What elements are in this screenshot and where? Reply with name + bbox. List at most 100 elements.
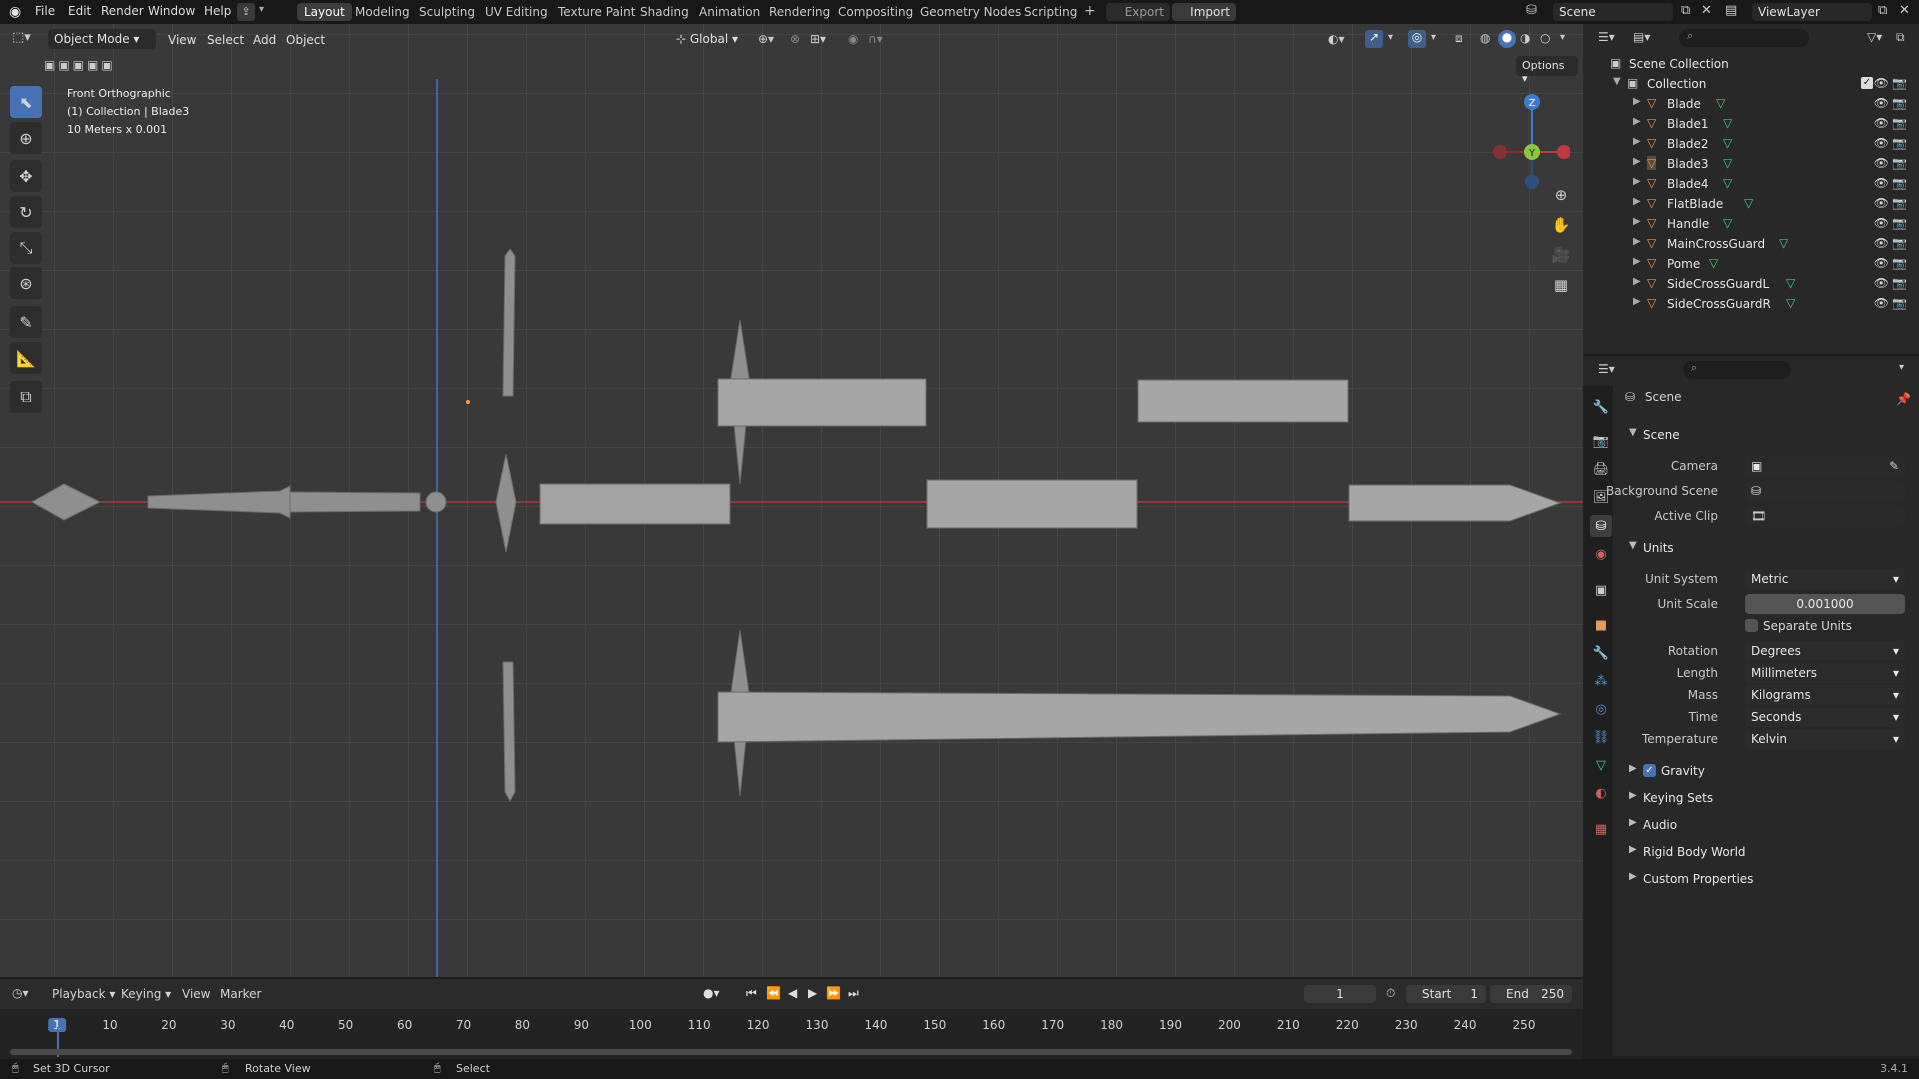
eye-icon[interactable]: 👁 bbox=[1874, 296, 1889, 310]
expand-icon[interactable]: ▶ bbox=[1633, 196, 1641, 207]
add-workspace-icon[interactable]: + bbox=[1084, 3, 1096, 19]
jump-end-icon[interactable]: ⏭ bbox=[848, 986, 859, 1001]
expand-icon[interactable]: ▶ bbox=[1633, 296, 1641, 307]
outliner-scene-collection[interactable]: ▣ Scene Collection bbox=[1583, 54, 1919, 74]
tab-animation[interactable]: Animation bbox=[692, 3, 767, 21]
scene-type-icon[interactable]: ⛁ bbox=[1526, 3, 1537, 18]
mass-dropdown[interactable]: Kilograms ▾ bbox=[1745, 685, 1905, 705]
outliner-item-blade4[interactable]: ▶ ▽ Blade4 ▽ 👁 📷 bbox=[1583, 174, 1919, 194]
active-clip-field[interactable]: 🎞 bbox=[1745, 506, 1905, 526]
tab-texture-paint[interactable]: Texture Paint bbox=[551, 3, 642, 21]
pin-icon[interactable]: 📌 bbox=[1896, 392, 1911, 406]
temperature-dropdown[interactable]: Kelvin ▾ bbox=[1745, 729, 1905, 749]
camera-field[interactable]: ▣ ✎ bbox=[1745, 456, 1905, 476]
viewlayer-selector[interactable]: ViewLayer bbox=[1752, 3, 1872, 21]
eye-icon[interactable]: 👁 bbox=[1874, 156, 1889, 170]
gravity-section-header[interactable]: ▶ ✓ Gravity bbox=[1625, 759, 1911, 783]
mesh-data-icon[interactable]: ▽ bbox=[1786, 276, 1795, 290]
outliner-item-handle[interactable]: ▶ ▽ Handle ▽ 👁 📷 bbox=[1583, 214, 1919, 234]
outliner-item-sidecrossguardr[interactable]: ▶ ▽ SideCrossGuardR ▽ 👁 📷 bbox=[1583, 294, 1919, 314]
mesh-data-icon[interactable]: ▽ bbox=[1723, 176, 1732, 190]
render-camera-icon[interactable]: 📷 bbox=[1892, 216, 1907, 230]
collapse-icon[interactable]: ▼ bbox=[1613, 76, 1621, 87]
close-scene-icon[interactable]: ✕ bbox=[1701, 3, 1712, 18]
render-camera-icon[interactable]: 📷 bbox=[1892, 196, 1907, 210]
props-editor-type-icon[interactable]: ☰▾ bbox=[1598, 362, 1615, 376]
menu-marker[interactable]: Marker bbox=[220, 987, 261, 1001]
scene-selector[interactable]: Scene bbox=[1553, 3, 1673, 21]
time-dropdown[interactable]: Seconds ▾ bbox=[1745, 707, 1905, 727]
mesh-data-icon[interactable]: ▽ bbox=[1723, 136, 1732, 150]
eye-icon[interactable]: 👁 bbox=[1874, 236, 1889, 250]
unit-system-dropdown[interactable]: Metric ▾ bbox=[1745, 569, 1905, 589]
menu-window[interactable]: Window bbox=[148, 4, 195, 18]
length-dropdown[interactable]: Millimeters ▾ bbox=[1745, 663, 1905, 683]
outliner-search-input[interactable]: ⌕ bbox=[1679, 29, 1809, 47]
prev-keyframe-icon[interactable]: ⏪ bbox=[766, 986, 781, 1000]
outliner-collection[interactable]: ▼ ▣ Collection ✓ 👁 📷 bbox=[1583, 74, 1919, 94]
render-camera-icon[interactable]: 📷 bbox=[1892, 296, 1907, 310]
expand-icon[interactable]: ▶ bbox=[1633, 276, 1641, 287]
expand-icon[interactable]: ▶ bbox=[1633, 256, 1641, 267]
close-viewlayer-icon[interactable]: ✕ bbox=[1899, 3, 1910, 18]
outliner-editor-type-icon[interactable]: ☰▾ bbox=[1598, 30, 1615, 44]
menu-keying[interactable]: Keying ▾ bbox=[121, 987, 171, 1001]
outliner-item-flatblade[interactable]: ▶ ▽ FlatBlade ▽ 👁 📷 bbox=[1583, 194, 1919, 214]
menu-render[interactable]: Render bbox=[101, 4, 144, 18]
rotation-dropdown[interactable]: Degrees ▾ bbox=[1745, 641, 1905, 661]
outliner-item-blade2[interactable]: ▶ ▽ Blade2 ▽ 👁 📷 bbox=[1583, 134, 1919, 154]
play-icon[interactable]: ▶ bbox=[808, 986, 817, 1000]
render-camera-icon[interactable]: 📷 bbox=[1892, 276, 1907, 290]
render-tab-icon[interactable]: 📷 bbox=[1590, 430, 1612, 452]
tab-layout[interactable]: Layout bbox=[297, 3, 352, 21]
eyedropper-icon[interactable]: ✎ bbox=[1889, 459, 1899, 473]
unit-scale-field[interactable]: 0.001000 bbox=[1745, 594, 1905, 614]
expand-icon[interactable]: ▶ bbox=[1633, 236, 1641, 247]
mesh-data-icon[interactable]: ▽ bbox=[1786, 296, 1795, 310]
expand-icon[interactable]: ▶ bbox=[1633, 156, 1641, 167]
outliner-item-blade3[interactable]: ▶ ▽ Blade3 ▽ 👁 📷 bbox=[1583, 154, 1919, 174]
world-tab-icon[interactable]: ◉ bbox=[1590, 543, 1612, 565]
upload-icon[interactable]: ⇪ bbox=[237, 3, 255, 21]
material-tab-icon[interactable]: ◐ bbox=[1590, 782, 1612, 804]
current-frame-field[interactable]: 1 bbox=[1304, 985, 1376, 1003]
render-camera-icon[interactable]: 📷 bbox=[1892, 96, 1907, 110]
exclude-checkbox[interactable]: ✓ bbox=[1861, 77, 1873, 89]
outliner-item-maincrossguard[interactable]: ▶ ▽ MainCrossGuard ▽ 👁 📷 bbox=[1583, 234, 1919, 254]
expand-icon[interactable]: ▶ bbox=[1633, 216, 1641, 227]
tab-geometry-nodes[interactable]: Geometry Nodes bbox=[913, 3, 1028, 21]
scene-section-header[interactable]: ▼ Scene bbox=[1625, 423, 1911, 447]
menu-edit[interactable]: Edit bbox=[68, 4, 91, 18]
keying-sets-section-header[interactable]: ▶ Keying Sets bbox=[1625, 786, 1911, 810]
camera-view-icon[interactable]: 🎥 bbox=[1548, 242, 1574, 268]
tab-modeling[interactable]: Modeling bbox=[348, 3, 417, 21]
data-tab-icon[interactable]: ▽ bbox=[1590, 754, 1612, 776]
record-icon[interactable]: ●▾ bbox=[703, 986, 720, 1000]
tab-sculpting[interactable]: Sculpting bbox=[412, 3, 482, 21]
blender-logo-icon[interactable]: ◉ bbox=[9, 4, 21, 20]
units-section-header[interactable]: ▼ Units bbox=[1625, 536, 1911, 560]
tab-uv-editing[interactable]: UV Editing bbox=[478, 3, 555, 21]
expand-icon[interactable]: ▶ bbox=[1633, 116, 1641, 127]
new-scene-icon[interactable]: ⧉ bbox=[1681, 3, 1690, 18]
eye-icon[interactable]: 👁 bbox=[1874, 176, 1889, 190]
gravity-checkbox[interactable]: ✓ bbox=[1643, 764, 1656, 777]
tab-scripting[interactable]: Scripting bbox=[1017, 3, 1084, 21]
menu-playback[interactable]: Playback ▾ bbox=[52, 987, 115, 1001]
timeline-panel[interactable]: ◷▾ Playback ▾ Keying ▾ View Marker ●▾ ⏮ … bbox=[0, 979, 1583, 1067]
audio-section-header[interactable]: ▶ Audio bbox=[1625, 813, 1911, 837]
render-camera-icon[interactable]: 📷 bbox=[1892, 236, 1907, 250]
separate-units-checkbox[interactable] bbox=[1745, 619, 1758, 632]
start-frame-field[interactable]: Start 1 bbox=[1406, 985, 1486, 1003]
grid-toggle-icon[interactable]: ▦ bbox=[1548, 272, 1574, 298]
eye-icon[interactable]: 👁 bbox=[1874, 256, 1889, 270]
render-camera-icon[interactable]: 📷 bbox=[1892, 136, 1907, 150]
timeline-scrollbar[interactable] bbox=[10, 1049, 1572, 1055]
filter-icon[interactable]: ▽▾ bbox=[1867, 30, 1882, 44]
chevron-down-icon[interactable]: ▾ bbox=[259, 4, 264, 15]
render-camera-icon[interactable]: 📷 bbox=[1892, 176, 1907, 190]
render-camera-icon[interactable]: 📷 bbox=[1892, 156, 1907, 170]
mesh-data-icon[interactable]: ▽ bbox=[1744, 196, 1753, 210]
pan-hand-icon[interactable]: ✋ bbox=[1548, 212, 1574, 238]
texture-tab-icon[interactable]: ▦ bbox=[1590, 818, 1612, 840]
